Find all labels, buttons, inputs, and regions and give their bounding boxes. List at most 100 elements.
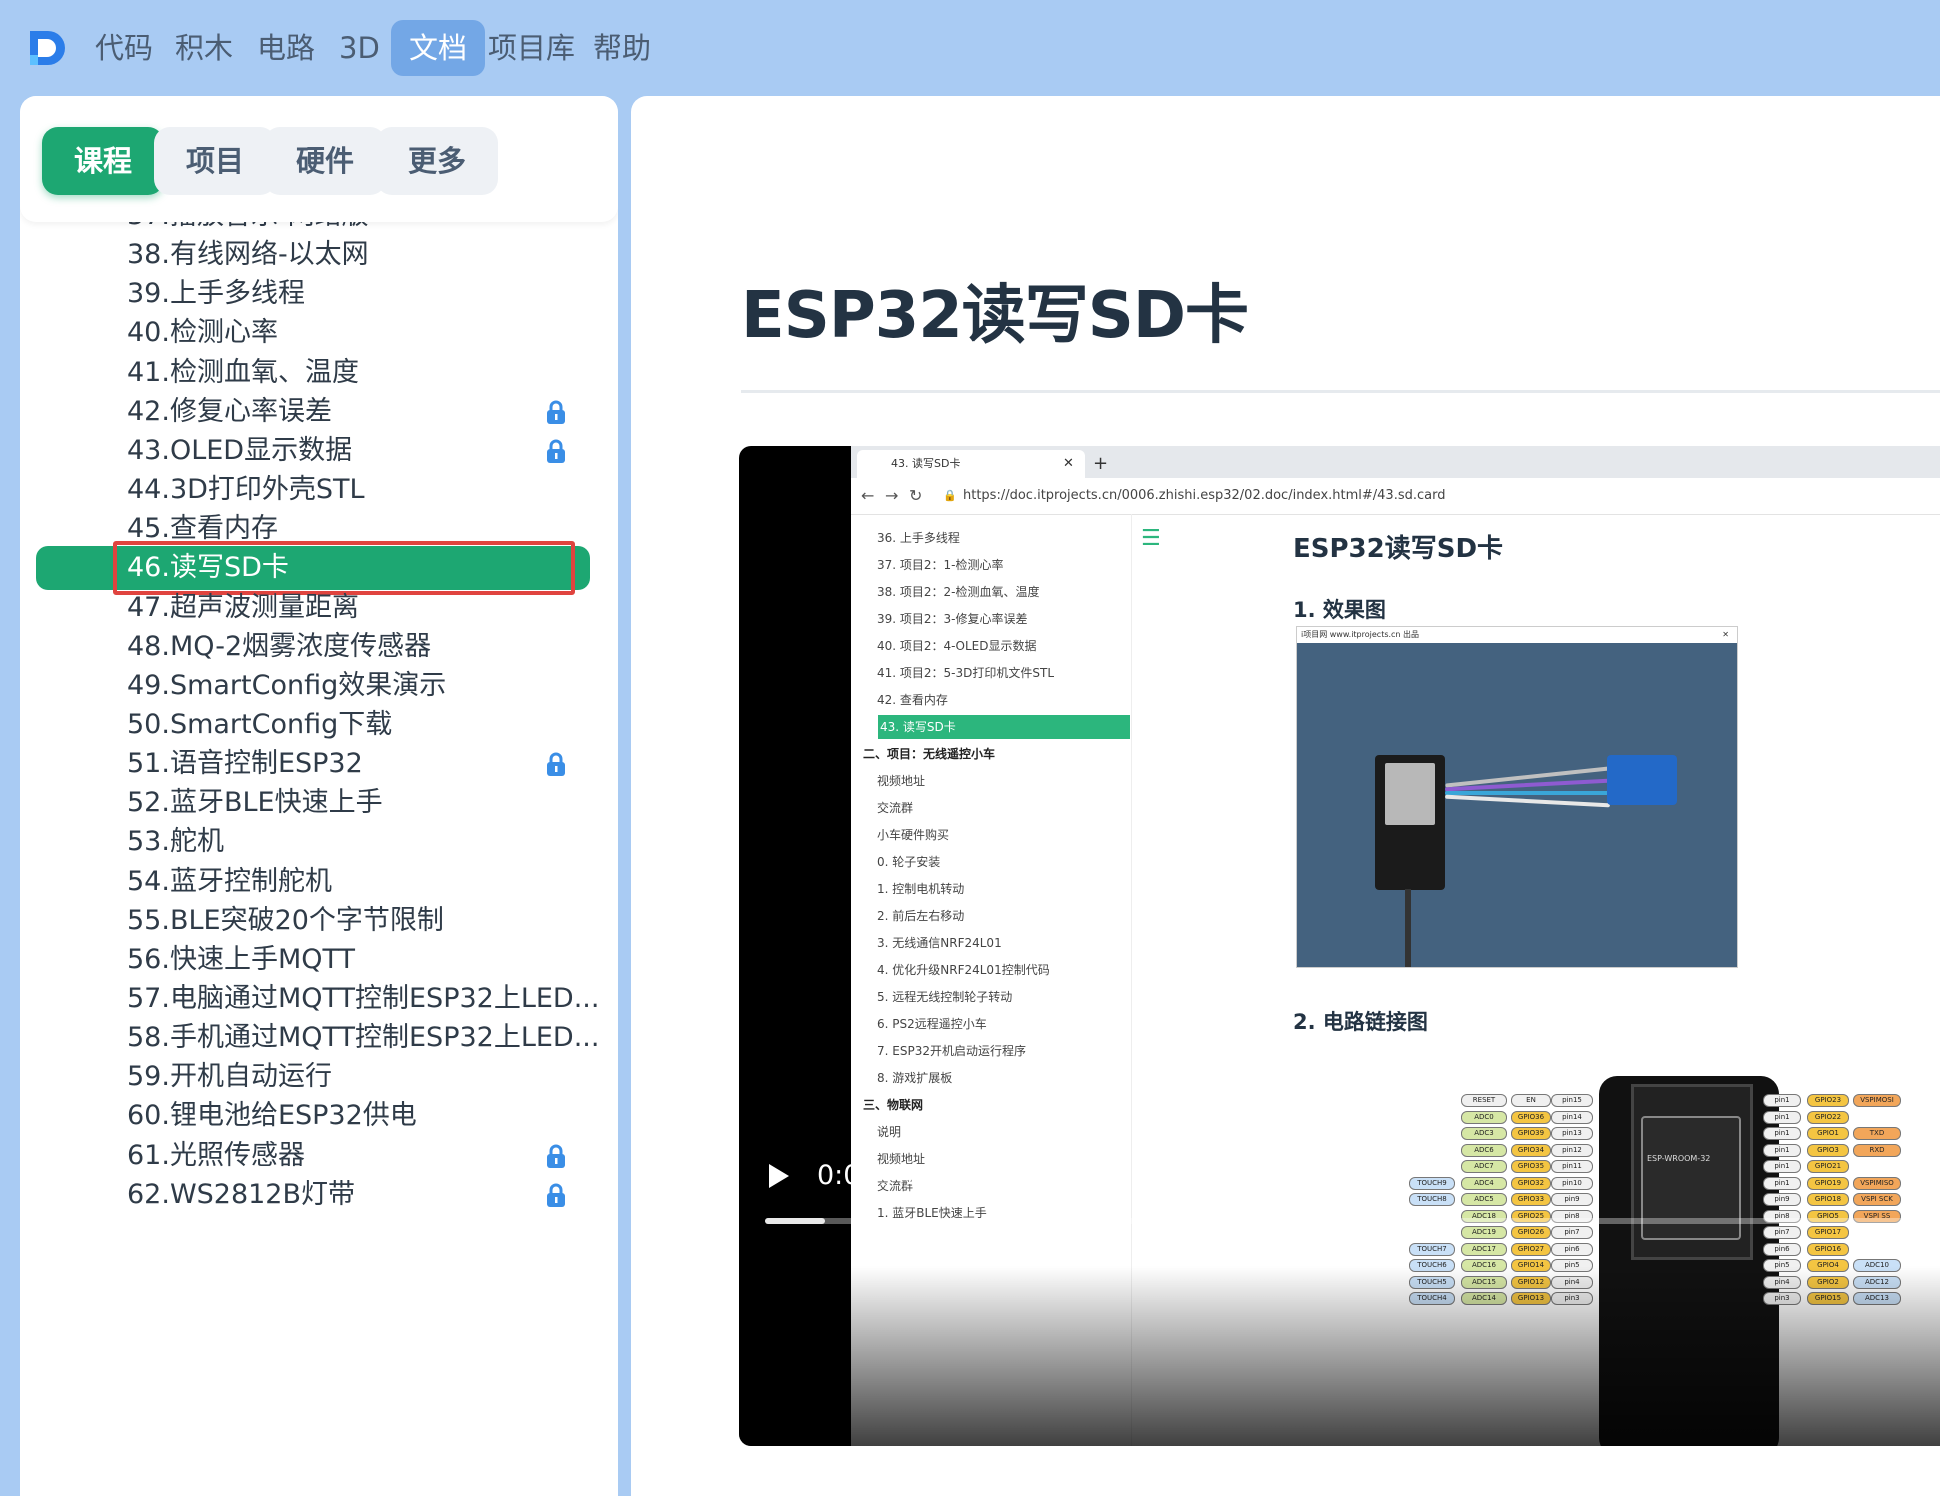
lock-icon xyxy=(547,752,565,777)
video-sidebar-item: 36. 上手多线程 xyxy=(877,531,960,545)
pin-label: pin1 xyxy=(1763,1143,1801,1157)
pin-label: ADC0 xyxy=(1461,1110,1507,1124)
video-sidebar-item: 4. 优化升级NRF24L01控制代码 xyxy=(877,963,1050,977)
sidebar-tab-3[interactable]: 更多 xyxy=(376,127,498,195)
pin-label: ADC3 xyxy=(1461,1127,1507,1140)
video-sidebar-item: 1. 控制电机转动 xyxy=(877,882,965,896)
pin-label: GPIO19 xyxy=(1807,1176,1849,1190)
pin-label: GPIO33 xyxy=(1511,1193,1551,1206)
lock-icon xyxy=(547,1144,565,1168)
pin-label: VSPIMOSI xyxy=(1853,1094,1901,1107)
pin-label: GPIO1 xyxy=(1807,1127,1849,1140)
nav-item-2[interactable]: 电路 xyxy=(239,20,333,76)
pin-label: pin7 xyxy=(1551,1226,1593,1239)
nav-item-6[interactable]: 帮助 xyxy=(575,20,669,76)
video-sidebar-item: 8. 游戏扩展板 xyxy=(877,1071,953,1085)
pin-label: pin9 xyxy=(1551,1193,1593,1206)
video-section-effect: 1. 效果图 xyxy=(1293,598,1386,622)
photo-caption: i项目网 www.itprojects.cn 出品 xyxy=(1301,630,1420,639)
video-sidebar-item: 3. 无线通信NRF24L01 xyxy=(877,936,1002,950)
plus-icon: + xyxy=(1093,453,1109,474)
video-progress-bar[interactable] xyxy=(765,1218,1940,1224)
sidebar-tab-1[interactable]: 项目 xyxy=(154,127,276,195)
sd-card-module xyxy=(1607,755,1677,805)
pin-label: pin9 xyxy=(1763,1193,1801,1206)
pin-label: pin14 xyxy=(1551,1110,1593,1124)
sidebar-tab-0[interactable]: 课程 xyxy=(42,127,164,195)
video-sidebar-item: 二、项目：无线遥控小车 xyxy=(863,747,996,761)
pin-label: pin15 xyxy=(1551,1094,1593,1107)
top-navigation-bar: 代码 积木 电路 3D 文档 项目库 帮助 xyxy=(0,0,1940,96)
pin-label: pin1 xyxy=(1763,1110,1801,1124)
page-title: ESP32读写SD卡 xyxy=(741,279,1249,353)
pin-label: pin1 xyxy=(1763,1176,1801,1190)
video-sidebar-item: 交流群 xyxy=(877,801,914,815)
pin-label: GPIO22 xyxy=(1807,1110,1849,1124)
video-sidebar-item: 小车硬件购买 xyxy=(877,828,950,842)
video-sidebar-item: 5. 远程无线控制轮子转动 xyxy=(877,990,1013,1004)
nav-item-1[interactable]: 积木 xyxy=(157,20,251,76)
esp32-chip xyxy=(1385,763,1435,825)
video-sidebar-item: 40. 项目2：4-OLED显示数据 xyxy=(877,639,1037,653)
play-icon[interactable] xyxy=(769,1164,789,1188)
pin-label: ADC5 xyxy=(1461,1193,1507,1206)
app-logo-icon[interactable] xyxy=(26,27,68,69)
pin-label: pin12 xyxy=(1551,1143,1593,1157)
pin-label: ADC7 xyxy=(1461,1160,1507,1173)
pin-label: RESET xyxy=(1461,1094,1507,1107)
sidebar-tab-2[interactable]: 硬件 xyxy=(264,127,386,195)
close-icon: ✕ xyxy=(1722,630,1729,639)
pin-label: GPIO32 xyxy=(1511,1176,1551,1190)
browser-tab: 43. 读写SD卡 ✕ xyxy=(857,450,1085,478)
browser-tab-title: 43. 读写SD卡 xyxy=(891,457,961,470)
video-player[interactable]: 43. 读写SD卡 ✕ + ← → ↻ 🔒 https://doc.itproj… xyxy=(739,446,1940,1446)
video-progress-fill xyxy=(765,1218,825,1224)
video-sidebar-item: 说明 xyxy=(877,1125,902,1139)
lock-icon xyxy=(547,439,565,463)
video-sidebar-item: 41. 项目2：5-3D打印机文件STL xyxy=(877,666,1055,680)
wire xyxy=(1445,794,1610,808)
nav-item-3[interactable]: 3D xyxy=(321,20,398,76)
forward-arrow-icon: → xyxy=(885,486,899,505)
back-arrow-icon: ← xyxy=(861,486,875,505)
pin-label: GPIO23 xyxy=(1807,1094,1849,1107)
lesson-item[interactable]: 62.WS2812B灯带 xyxy=(20,1171,618,1219)
menu-icon: ☰ xyxy=(1141,526,1161,551)
doc-content: ESP32读写SD卡 43. 读写SD卡 ✕ + ← → ↻ 🔒 https:/… xyxy=(631,96,1940,1496)
photo-titlebar: i项目网 www.itprojects.cn 出品 ✕ xyxy=(1297,627,1737,643)
video-sidebar-item: 37. 项目2：1-检测心率 xyxy=(877,558,1004,572)
lock-icon: 🔒 xyxy=(943,489,957,502)
browser-tabbar: 43. 读写SD卡 ✕ + xyxy=(851,446,1940,478)
video-section-circuit: 2. 电路链接图 xyxy=(1293,1010,1428,1034)
reload-icon: ↻ xyxy=(909,486,923,505)
browser-url: https://doc.itprojects.cn/0006.zhishi.es… xyxy=(963,488,1446,503)
pin-label: VSPI SCK xyxy=(1853,1193,1901,1206)
video-sidebar-item: 6. PS2远程遥控小车 xyxy=(877,1017,987,1031)
pin-label: pin11 xyxy=(1551,1160,1593,1173)
video-sidebar-item: 三、物联网 xyxy=(863,1098,924,1112)
browser-address-bar: ← → ↻ 🔒 https://doc.itprojects.cn/0006.z… xyxy=(851,478,1940,515)
video-sidebar-item: 42. 查看内存 xyxy=(877,693,948,707)
lesson-list: 36.播放音乐37.播放音乐-网络版38.有线网络-以太网39.上手多线程40.… xyxy=(20,96,618,1496)
sidebar-tabs: 课程 项目 硬件 更多 xyxy=(20,96,618,222)
video-sidebar-item: 39. 项目2：3-修复心率误差 xyxy=(877,612,1028,626)
module-label: ESP-WROOM-32 xyxy=(1647,1154,1711,1163)
pin-label: GPIO36 xyxy=(1511,1110,1551,1124)
usb-cable xyxy=(1405,889,1411,967)
pin-label: EN xyxy=(1511,1094,1551,1107)
pin-label: pin1 xyxy=(1763,1160,1801,1173)
pin-label: ADC17 xyxy=(1461,1242,1507,1256)
title-divider xyxy=(741,390,1940,393)
lesson-label: 62.WS2812B灯带 xyxy=(127,1178,356,1210)
course-sidebar: 课程项目硬件更多 36.播放音乐37.播放音乐-网络版38.有线网络-以太网39… xyxy=(20,96,618,1496)
pin-label: pin13 xyxy=(1551,1127,1593,1140)
video-sidebar-item: 视频地址 xyxy=(877,774,926,788)
pin-label: GPIO16 xyxy=(1807,1242,1849,1256)
video-doc-heading: ESP32读写SD卡 xyxy=(1293,534,1504,564)
pin-label: TXD xyxy=(1853,1127,1901,1140)
pin-label: VSPIMISO xyxy=(1853,1176,1901,1190)
wire xyxy=(1445,791,1610,795)
lock-icon xyxy=(547,400,565,424)
pin-label: pin1 xyxy=(1763,1094,1801,1107)
video-sidebar-item: 38. 项目2：2-检测血氧、温度 xyxy=(877,585,1040,599)
